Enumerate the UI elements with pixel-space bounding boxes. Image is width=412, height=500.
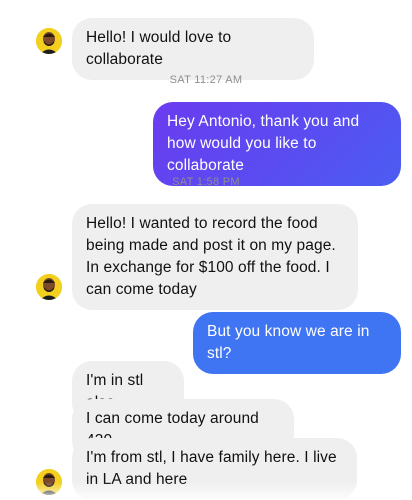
message-bubble-incoming[interactable]: Hello! I wanted to record the food being… [72,204,358,310]
timestamp: SAT 1:58 PM [172,176,240,188]
timestamp: SAT 11:27 AM [169,74,243,86]
avatar[interactable] [36,28,62,54]
person-avatar-icon [36,274,62,300]
avatar[interactable] [36,274,62,300]
scroll-fade [0,482,412,500]
person-avatar-icon [36,28,62,54]
message-bubble-outgoing[interactable]: Hey Antonio, thank you and how would you… [153,102,401,186]
message-bubble-incoming[interactable]: Hello! I would love to collaborate [72,18,314,80]
message-bubble-outgoing[interactable]: But you know we are in stl? [193,312,401,374]
message-thread: Hello! I would love to collaborate SAT 1… [0,0,412,500]
